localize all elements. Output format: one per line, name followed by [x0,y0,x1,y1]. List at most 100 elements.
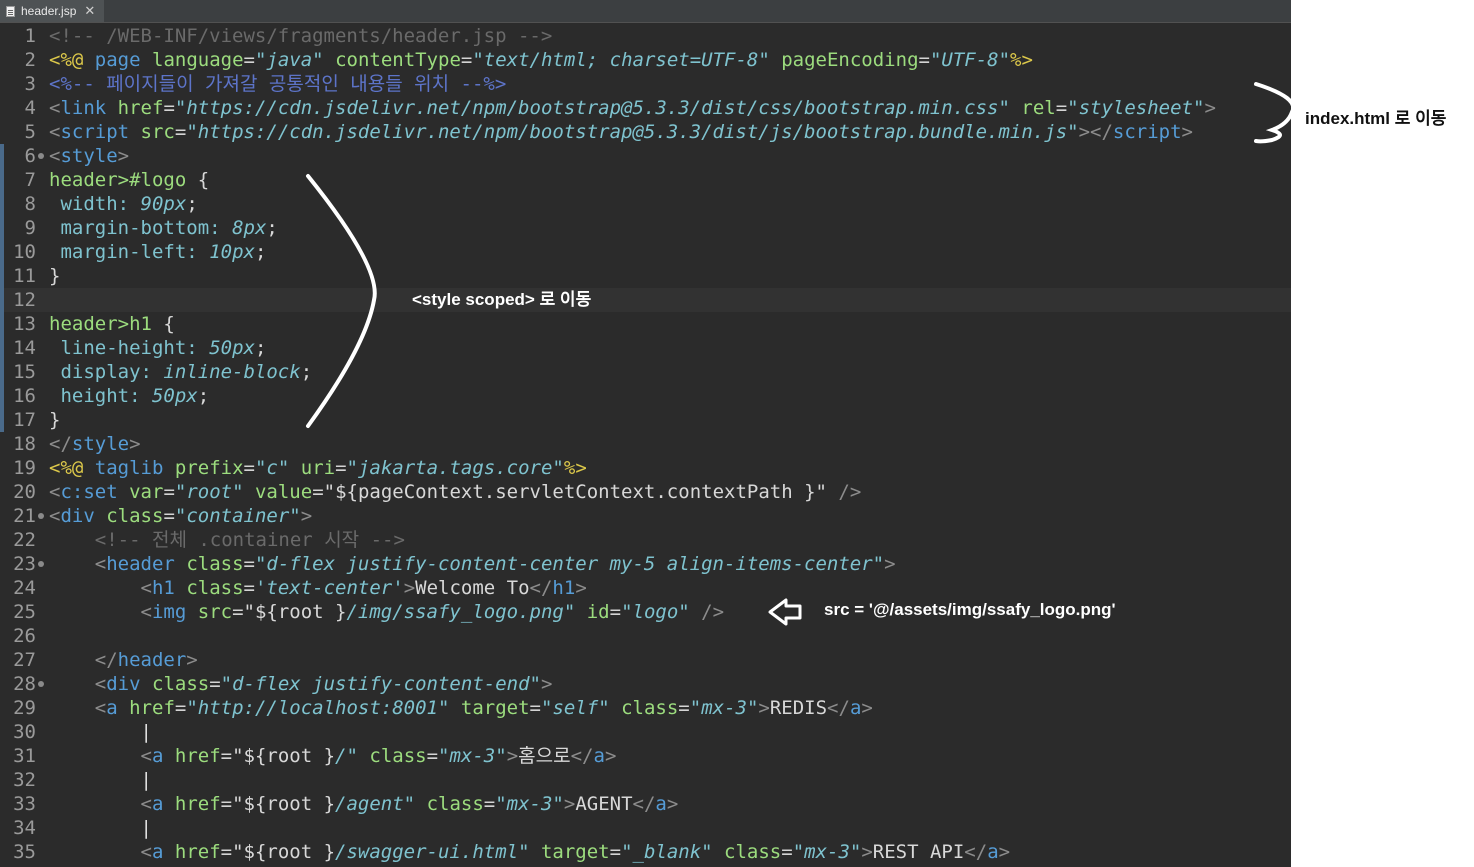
line-number: 5 [0,120,38,144]
code-text: | [49,816,152,840]
fold-toggle-icon[interactable] [38,681,44,687]
code-token: = [678,697,690,719]
code-line[interactable]: 31 <a href="${root }/" class="mx-3">홈으로<… [0,744,1291,768]
code-text: <header class="d-flex justify-content-ce… [49,552,896,576]
code-token: "https://cdn.jsdelivr.net/npm/bootstrap@… [174,97,1010,119]
code-line[interactable]: 34 | [0,816,1291,840]
code-token: class [621,697,679,719]
code-token: img [151,601,187,623]
code-token: </ [827,697,850,719]
fold-toggle-icon[interactable] [38,513,44,519]
code-line[interactable]: 33 <a href="${root }/agent" class="mx-3"… [0,792,1291,816]
code-line[interactable]: 4 <link href="https://cdn.jsdelivr.net/np… [0,96,1291,120]
code-token: } [49,409,61,431]
code-token: contentType [335,49,461,71]
code-text: line-height: 50px; [49,336,266,360]
line-number-text: 29 [13,697,36,719]
code-line[interactable]: 30 | [0,720,1291,744]
code-token: height: [60,385,141,407]
code-line[interactable]: 11} [0,264,1291,288]
code-line[interactable]: 10 margin-left: 10px; [0,240,1291,264]
code-token: style [71,433,130,455]
code-token: %> [1010,49,1033,71]
line-number: 27 [0,648,38,672]
code-line[interactable]: 35 <a href="${root }/swagger-ui.html" ta… [0,840,1291,864]
editor-tab-bar: header.jsp ✕ [0,0,1291,23]
code-line[interactable]: 18 </style> [0,432,1291,456]
code-line[interactable]: 7 header>#logo { [0,168,1291,192]
line-number: 25 [0,600,38,624]
code-line[interactable]: 17} [0,408,1291,432]
code-line[interactable]: 28 <div class="d-flex justify-content-en… [0,672,1291,696]
code-text: header>#logo { [49,168,209,192]
line-number: 1 [0,24,38,48]
code-line[interactable]: 6 <style> [0,144,1291,168]
code-token: a [655,793,667,815]
code-line[interactable]: 3 <%-- 페이지들이 가져갈 공통적인 내용들 위치 --%> [0,72,1291,96]
code-text: height: 50px; [49,384,209,408]
code-line[interactable]: 14 line-height: 50px; [0,336,1291,360]
code-token: < [140,577,152,599]
code-line[interactable]: 2 <%@ page language="java" contentType="t… [0,48,1291,72]
fold-toggle-icon[interactable] [38,561,44,567]
code-line[interactable]: 27 </header> [0,648,1291,672]
code-line[interactable]: 29 <a href="http://localhost:8001" targe… [0,696,1291,720]
fold-toggle-icon[interactable] [38,153,44,159]
code-token: id [586,601,610,623]
code-line[interactable]: 22 <!-- 전체 .container 시작 --> [0,528,1291,552]
code-token: target [460,697,530,719]
code-token: = [209,673,221,695]
code-token: class [724,841,782,863]
code-line[interactable]: 5 <script src="https://cdn.jsdelivr.net/n… [0,120,1291,144]
code-token: <!-- 전체 .container 시작 --> [94,529,405,551]
code-token: "container" [174,505,301,527]
code-token: = [781,841,793,863]
close-icon[interactable]: ✕ [84,3,95,19]
code-token: target [540,841,610,863]
code-token: header [106,553,175,575]
code-line[interactable]: 32 | [0,768,1291,792]
code-token: uri [300,457,336,479]
code-token: class [186,553,244,575]
code-editor[interactable]: header.jsp ✕ 1 <!-- /WEB-INF/views/fragme… [0,0,1291,867]
line-number: 13 [0,312,38,336]
line-number-text: 13 [13,313,36,335]
code-text: <a href="${root }/" class="mx-3">홈으로</a> [49,744,617,768]
code-line[interactable]: 24 <h1 class='text-center'>Welcome To</h… [0,576,1291,600]
code-line[interactable]: 12 [0,288,1291,312]
line-number: 12 [0,288,38,312]
code-token: = [163,481,175,503]
code-token: = [426,745,439,767]
code-area[interactable]: 1 <!-- /WEB-INF/views/fragments/header.js… [0,24,1291,864]
code-line[interactable]: 1 <!-- /WEB-INF/views/fragments/header.js… [0,24,1291,48]
code-line[interactable]: 19 <%@ taglib prefix="c" uri="jakarta.tag… [0,456,1291,480]
code-token: "self" [541,697,610,719]
code-line[interactable]: 16 height: 50px; [0,384,1291,408]
line-number-text: 10 [13,241,36,263]
code-token: = [529,697,541,719]
line-number-text: 25 [13,601,36,623]
line-number-text: 28 [13,673,36,695]
code-line[interactable]: 20 <c:set var="root" value="${pageContext… [0,480,1291,504]
code-token: "text/html; charset=UTF-8" [472,49,770,71]
code-line[interactable]: 23 <header class="d-flex justify-content… [0,552,1291,576]
code-line[interactable]: 26 [0,624,1291,648]
code-line[interactable]: 8 width: 90px; [0,192,1291,216]
code-line[interactable]: 15 display: inline-block; [0,360,1291,384]
tab-header-jsp[interactable]: header.jsp ✕ [0,0,104,22]
tab-label: header.jsp [21,4,77,18]
code-token: margin-bottom: [60,217,221,239]
code-line[interactable]: 13 header>h1 { [0,312,1291,336]
line-number-text: 14 [13,337,36,359]
code-line[interactable]: 9 margin-bottom: 8px; [0,216,1291,240]
code-token: = [483,793,496,815]
code-line[interactable]: 21 <div class="container"> [0,504,1291,528]
